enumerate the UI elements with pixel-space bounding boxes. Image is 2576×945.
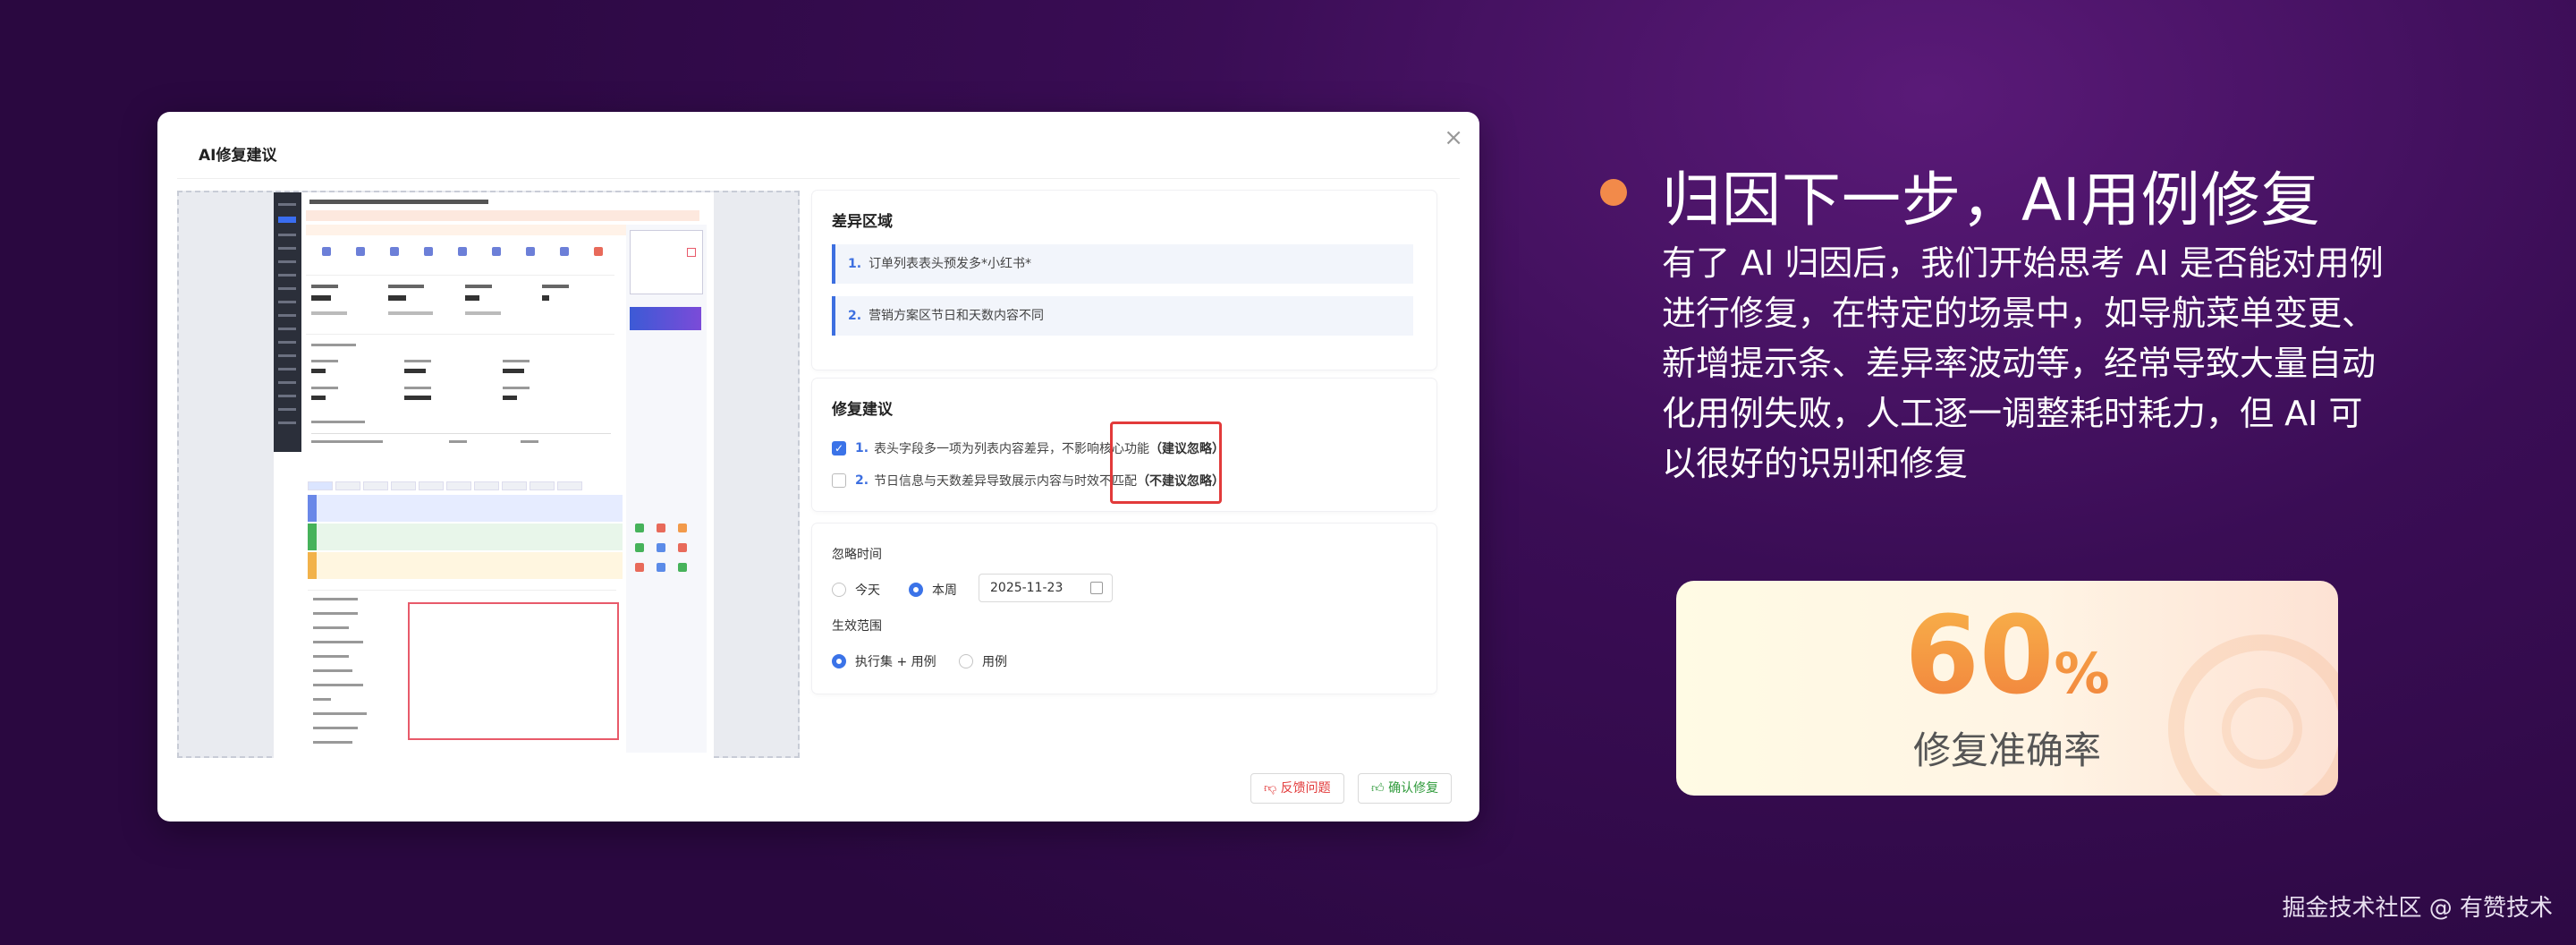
suggestion-tag-highlight <box>1110 421 1222 504</box>
accuracy-stat-card: 60% 修复准确率 <box>1676 581 2338 796</box>
modal-divider <box>177 178 1460 179</box>
thumbs-down-icon: 👎︎ <box>1264 781 1277 796</box>
modal-title: AI修复建议 <box>199 147 277 165</box>
date-picker-input[interactable]: 2025-11-23 <box>979 574 1113 602</box>
slide-headline: 归因下一步，AI用例修复 <box>1662 166 2321 234</box>
radio-dot-selected[interactable] <box>909 583 923 597</box>
thumbnail-diff-highlight <box>408 602 619 740</box>
close-icon[interactable]: × <box>1444 126 1463 149</box>
thumbnail-shortcut-icons <box>309 243 623 269</box>
feedback-button[interactable]: 👎︎ 反馈问题 <box>1250 773 1344 804</box>
thumbnail-right-panel <box>626 225 707 753</box>
radio-case-only[interactable]: 用例 <box>959 652 1007 670</box>
radio-dot[interactable] <box>959 654 973 668</box>
radio-suite-and-case[interactable]: 执行集 + 用例 <box>832 652 936 670</box>
suggestion-text: 节日信息与天数差异导致展示内容与时效不匹配 <box>874 474 1138 489</box>
suggestion-number: 2. <box>855 473 869 488</box>
checkbox-checked[interactable]: ✓ <box>832 441 846 455</box>
diff-item-number: 1. <box>848 257 862 271</box>
fix-suggestion-title: 修复建议 <box>832 401 893 419</box>
diff-item-number: 2. <box>848 309 862 323</box>
watermark-footer: 掘金技术社区 @ 有赞技术 <box>2282 895 2553 922</box>
ignore-settings-card: 忽略时间 今天 本周 2025-11-23 生效范围 执行集 + 用例 用例 <box>812 524 1436 694</box>
stat-value: 60% <box>1676 599 2338 732</box>
diff-area-card: 差异区域 1. 订单列表表头预发多*小红书* 2. 营销方案区节日和天数内容不同 <box>812 191 1436 370</box>
checkbox-unchecked[interactable] <box>832 473 846 488</box>
confirm-button-label: 确认修复 <box>1388 781 1439 796</box>
scope-label: 生效范围 <box>832 619 882 634</box>
page-screenshot-preview <box>177 191 800 758</box>
thumbnail-sidebar <box>274 192 301 452</box>
radio-label: 本周 <box>932 583 957 598</box>
thumbnail-title <box>309 200 488 204</box>
screenshot-thumbnail <box>274 192 714 758</box>
radio-label: 执行集 + 用例 <box>855 655 936 669</box>
stat-number: 60 <box>1904 594 2055 719</box>
date-value: 2025-11-23 <box>990 581 1063 595</box>
diff-item[interactable]: 1. 订单列表表头预发多*小红书* <box>832 244 1413 284</box>
diff-area-title: 差异区域 <box>832 213 893 231</box>
feedback-button-label: 反馈问题 <box>1280 781 1331 796</box>
thumbnail-stats <box>306 275 614 331</box>
thumbnail-row-yellow <box>308 552 623 579</box>
thumbnail-row-blue <box>308 495 623 522</box>
thumbnail-filter-tabs <box>308 477 616 490</box>
suggestion-number: 1. <box>855 441 869 455</box>
thumbnail-diff-marker <box>687 248 696 257</box>
stat-unit: % <box>2054 641 2110 706</box>
bullet-dot-icon <box>1600 179 1627 206</box>
radio-label: 今天 <box>855 583 880 598</box>
diff-item[interactable]: 2. 营销方案区节日和天数内容不同 <box>832 296 1413 336</box>
radio-label: 用例 <box>982 655 1007 669</box>
diff-item-text: 订单列表表头预发多*小红书* <box>869 257 1032 271</box>
thumbnail-warning-bar <box>306 210 699 221</box>
slide-description: 有了 AI 归因后，我们开始思考 AI 是否能对用例进行修复，在特定的场景中，如… <box>1662 243 2384 483</box>
thumbnail-data-table <box>306 334 614 460</box>
thumbnail-promo-banner <box>630 307 701 330</box>
radio-dot[interactable] <box>832 583 846 597</box>
radio-today[interactable]: 今天 <box>832 581 880 599</box>
stat-label: 修复准确率 <box>1912 728 2101 772</box>
thumbnail-promo-card <box>630 230 703 294</box>
ignore-time-label: 忽略时间 <box>832 548 882 562</box>
thumbs-up-icon: 👍︎ <box>1371 781 1385 796</box>
suggestion-text: 表头字段多一项为列表内容差异，不影响核心功能 <box>874 442 1150 456</box>
diff-item-text: 营销方案区节日和天数内容不同 <box>869 309 1045 323</box>
confirm-fix-button[interactable]: 👍︎ 确认修复 <box>1358 773 1453 804</box>
thumbnail-row-green <box>308 524 623 550</box>
ai-fix-modal: AI修复建议 × 差异区域 1. 订单列表表头预发多*小红书* 2. 营销方案区… <box>157 112 1479 822</box>
radio-dot-selected[interactable] <box>832 654 846 668</box>
calendar-icon[interactable] <box>1090 582 1103 594</box>
radio-this-week[interactable]: 本周 <box>909 581 957 599</box>
